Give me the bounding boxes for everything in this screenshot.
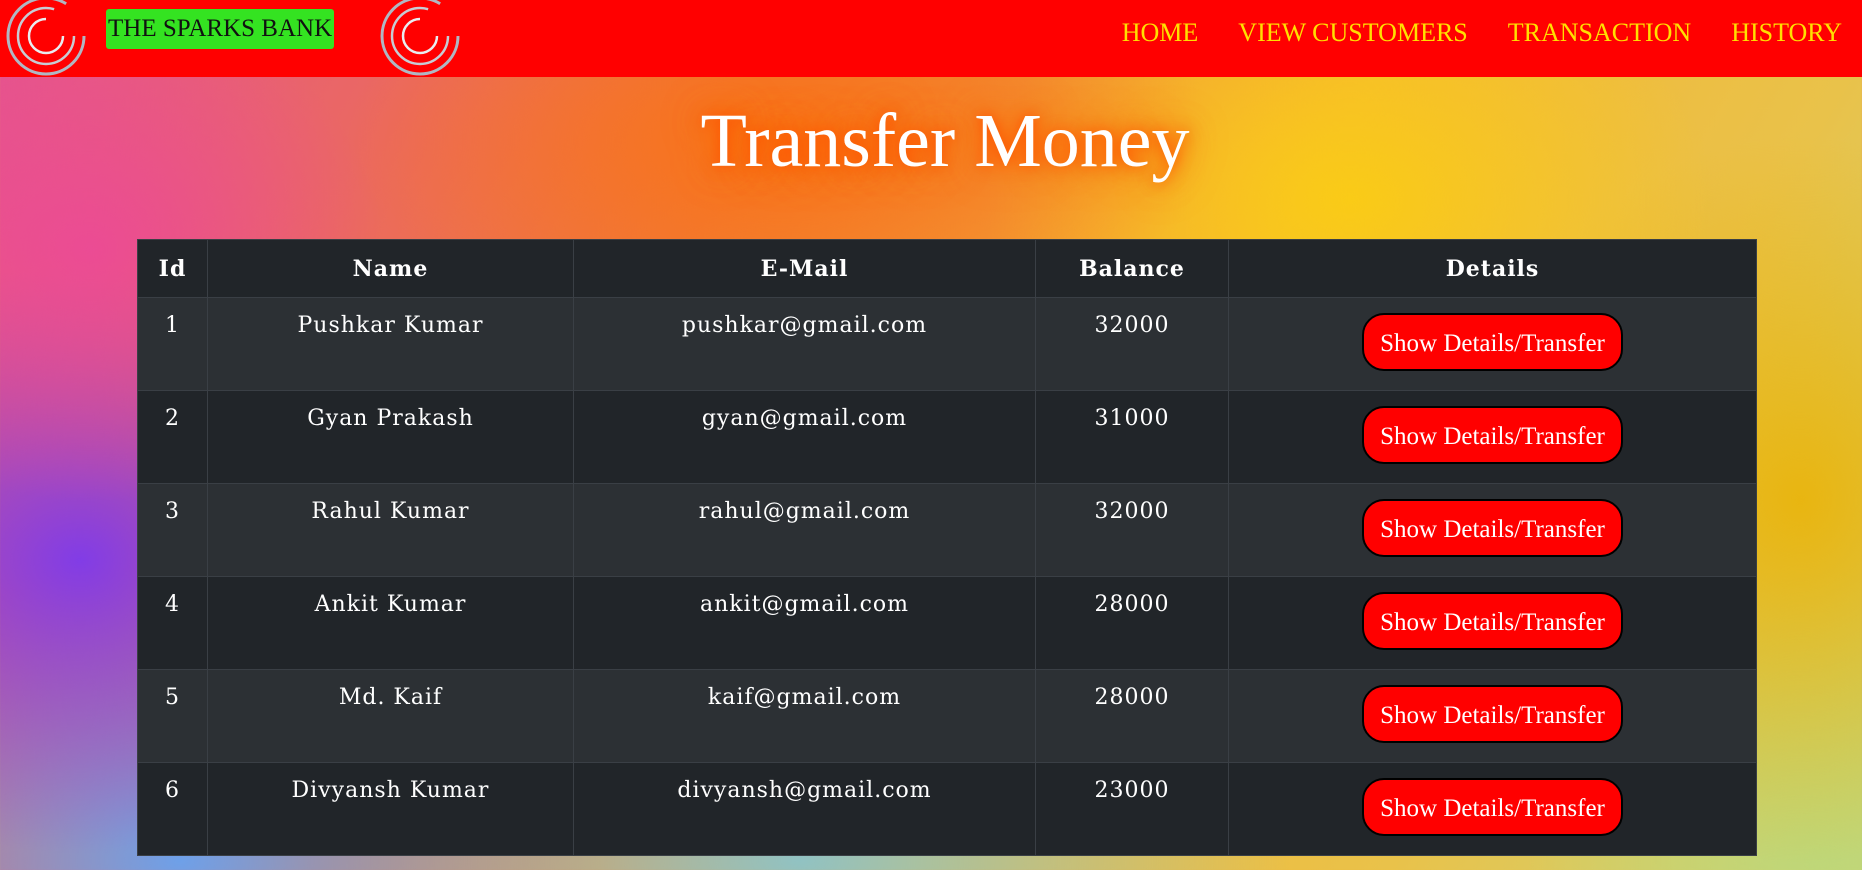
customers-table-container: Id Name E-Mail Balance Details 1 Pushkar…	[137, 239, 1757, 856]
cell-email: ankit@gmail.com	[573, 576, 1036, 670]
cell-balance: 28000	[1035, 669, 1229, 763]
header-id: Id	[137, 239, 208, 298]
cell-balance: 32000	[1035, 297, 1229, 391]
cell-name: Md. Kaif	[207, 669, 574, 763]
cell-name: Rahul Kumar	[207, 483, 574, 577]
cell-email: rahul@gmail.com	[573, 483, 1036, 577]
show-details-transfer-button[interactable]: Show Details/Transfer	[1362, 778, 1623, 836]
cell-id: 6	[137, 762, 208, 856]
header-balance: Balance	[1035, 239, 1229, 298]
cell-details: Show Details/Transfer	[1228, 762, 1757, 856]
page-title: Transfer Money	[700, 99, 1190, 183]
cell-id: 4	[137, 576, 208, 670]
nav-link-home[interactable]: HOME	[1122, 18, 1199, 48]
nav-link-transaction[interactable]: TRANSACTION	[1508, 18, 1691, 48]
cell-name: Divyansh Kumar	[207, 762, 574, 856]
cell-balance: 32000	[1035, 483, 1229, 577]
cell-balance: 28000	[1035, 576, 1229, 670]
show-details-transfer-button[interactable]: Show Details/Transfer	[1362, 313, 1623, 371]
table-row: 4 Ankit Kumar ankit@gmail.com 28000 Show…	[137, 576, 1757, 670]
cell-details: Show Details/Transfer	[1228, 576, 1757, 670]
nav-link-history[interactable]: HISTORY	[1731, 18, 1842, 48]
cell-balance: 23000	[1035, 762, 1229, 856]
cell-details: Show Details/Transfer	[1228, 390, 1757, 484]
table-row: 6 Divyansh Kumar divyansh@gmail.com 2300…	[137, 762, 1757, 856]
nav-links: HOME VIEW CUSTOMERS TRANSACTION HISTORY	[1082, 0, 1842, 66]
show-details-transfer-button[interactable]: Show Details/Transfer	[1362, 592, 1623, 650]
cell-id: 3	[137, 483, 208, 577]
customers-table: Id Name E-Mail Balance Details 1 Pushkar…	[137, 239, 1757, 856]
spiral-ring-icon	[380, 0, 460, 76]
cell-details: Show Details/Transfer	[1228, 669, 1757, 763]
cell-email: gyan@gmail.com	[573, 390, 1036, 484]
cell-id: 1	[137, 297, 208, 391]
nav-link-view-customers[interactable]: VIEW CUSTOMERS	[1238, 18, 1467, 48]
show-details-transfer-button[interactable]: Show Details/Transfer	[1362, 685, 1623, 743]
show-details-transfer-button[interactable]: Show Details/Transfer	[1362, 406, 1623, 464]
navbar: THE SPARKS BANK HOME VIEW CUSTOMERS TRAN…	[0, 0, 1862, 77]
cell-name: Ankit Kumar	[207, 576, 574, 670]
cell-details: Show Details/Transfer	[1228, 483, 1757, 577]
brand-logo[interactable]: THE SPARKS BANK	[106, 9, 335, 49]
table-row: 3 Rahul Kumar rahul@gmail.com 32000 Show…	[137, 483, 1757, 577]
cell-details: Show Details/Transfer	[1228, 297, 1757, 391]
header-name: Name	[207, 239, 574, 298]
cell-email: pushkar@gmail.com	[573, 297, 1036, 391]
cell-email: divyansh@gmail.com	[573, 762, 1036, 856]
table-row: 1 Pushkar Kumar pushkar@gmail.com 32000 …	[137, 297, 1757, 391]
cell-id: 2	[137, 390, 208, 484]
cell-name: Gyan Prakash	[207, 390, 574, 484]
cell-email: kaif@gmail.com	[573, 669, 1036, 763]
cell-name: Pushkar Kumar	[207, 297, 574, 391]
header-email: E-Mail	[573, 239, 1036, 298]
table-header-row: Id Name E-Mail Balance Details	[137, 239, 1757, 298]
show-details-transfer-button[interactable]: Show Details/Transfer	[1362, 499, 1623, 557]
cell-balance: 31000	[1035, 390, 1229, 484]
header-details: Details	[1228, 239, 1757, 298]
spiral-ring-icon	[6, 0, 86, 76]
cell-id: 5	[137, 669, 208, 763]
table-row: 2 Gyan Prakash gyan@gmail.com 31000 Show…	[137, 390, 1757, 484]
table-row: 5 Md. Kaif kaif@gmail.com 28000 Show Det…	[137, 669, 1757, 763]
